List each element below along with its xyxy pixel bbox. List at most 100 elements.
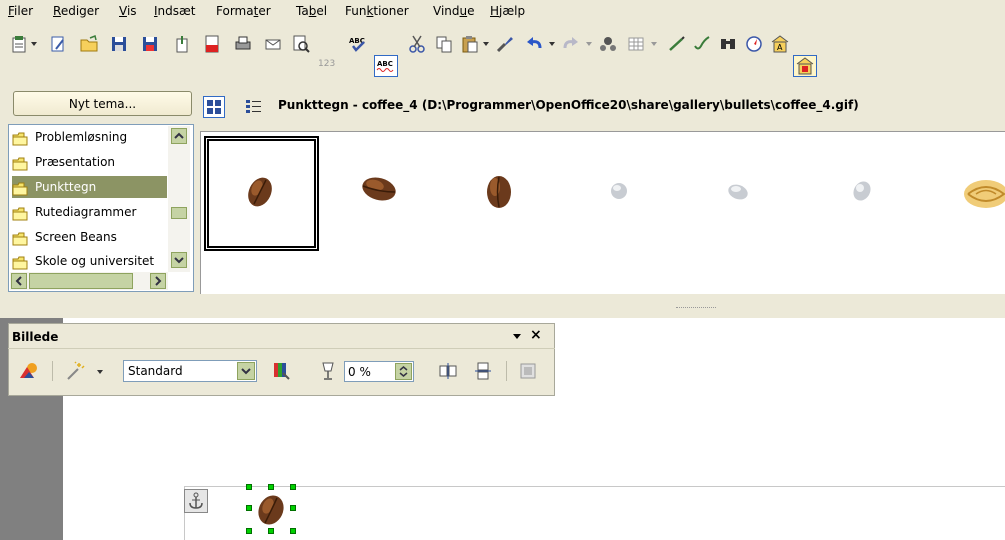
theme-list[interactable]: Problemløsning Præsentation Punkttegn Ru… — [8, 124, 194, 292]
folder-icon — [12, 206, 28, 220]
hyperlink-icon[interactable] — [692, 34, 712, 54]
graphics-mode-select[interactable]: Standard — [123, 360, 257, 382]
thumbnail-coffee-bean-2[interactable] — [357, 174, 401, 204]
theme-item-praesentation[interactable]: Præsentation — [12, 151, 167, 173]
transparency-field[interactable]: 0 % — [344, 361, 414, 382]
flip-vertical-icon[interactable] — [472, 361, 494, 381]
table-icon[interactable] — [626, 34, 646, 54]
color-icon[interactable] — [271, 361, 293, 381]
theme-item-skole-og-universitet[interactable]: Skole og universitet — [12, 250, 167, 272]
scroll-up-button[interactable] — [171, 128, 187, 144]
gallery-thumbnails[interactable] — [200, 131, 1005, 294]
undo-icon[interactable] — [524, 34, 544, 54]
edit-file-icon[interactable] — [172, 34, 192, 54]
resize-handle-left[interactable] — [246, 505, 252, 511]
redo-dropdown-arrow[interactable] — [586, 42, 592, 46]
templates-icon[interactable] — [10, 34, 30, 54]
resize-handle-bottom[interactable] — [268, 528, 274, 534]
menu-formater[interactable]: Formater — [216, 4, 271, 18]
magic-wand-icon[interactable] — [64, 361, 86, 381]
theme-item-problemloesning[interactable]: Problemløsning — [12, 126, 167, 148]
detail-view-button[interactable] — [243, 96, 265, 118]
find-replace-icon[interactable] — [718, 34, 738, 54]
theme-list-horizontal-scrollbar[interactable] — [10, 272, 168, 290]
navigator-icon[interactable] — [598, 34, 618, 54]
format-paintbrush-icon[interactable] — [495, 34, 515, 54]
gallery-item-path-title: Punkttegn - coffee_4 (D:\Programmer\Open… — [278, 98, 859, 112]
thumbnail-white-stone-3[interactable] — [850, 178, 874, 204]
filter-dropdown-arrow[interactable] — [97, 370, 103, 374]
theme-item-punkttegn[interactable]: Punkttegn — [12, 176, 167, 198]
templates-dropdown-arrow[interactable] — [31, 42, 37, 46]
svg-text:ABC: ABC — [377, 60, 393, 68]
icon-view-button[interactable] — [203, 96, 225, 118]
autotext-123-icon[interactable]: 123 — [318, 59, 335, 69]
spin-button-icon[interactable] — [395, 363, 412, 380]
redo-icon[interactable] — [561, 34, 581, 54]
menu-vindue[interactable]: Vindue — [433, 4, 475, 18]
theme-list-vertical-scrollbar[interactable] — [168, 126, 190, 272]
resize-handle-right[interactable] — [290, 505, 296, 511]
inserted-coffee-bean-image[interactable] — [246, 488, 296, 532]
new-theme-button[interactable]: Nyt tema... — [13, 91, 192, 116]
picture-toolbar-title[interactable]: Billede — [12, 330, 58, 344]
menu-hjaelp[interactable]: Hjælp — [490, 4, 525, 18]
scroll-down-button[interactable] — [171, 252, 187, 268]
save-icon[interactable] — [109, 34, 129, 54]
table-dropdown-arrow[interactable] — [651, 42, 657, 46]
gallery-splitter[interactable] — [0, 300, 1005, 320]
splitter-grip[interactable] — [676, 307, 716, 310]
menu-indsaet[interactable]: Indsæt — [154, 4, 196, 18]
anchor-icon[interactable] — [184, 489, 208, 513]
spellcheck-icon[interactable]: ABC — [348, 34, 368, 54]
menu-rediger[interactable]: Rediger — [53, 4, 99, 18]
draw-functions-icon[interactable] — [667, 34, 687, 54]
save-as-icon[interactable] — [140, 34, 160, 54]
graphics-properties-icon[interactable] — [518, 361, 540, 381]
folder-icon — [12, 255, 28, 269]
close-button[interactable]: × — [530, 327, 542, 343]
toolbar-options-arrow[interactable] — [513, 334, 521, 339]
scroll-left-button[interactable] — [11, 273, 27, 289]
resize-handle-bottom-left[interactable] — [246, 528, 252, 534]
scroll-right-button[interactable] — [150, 273, 166, 289]
menu-tabel[interactable]: Tabel — [296, 4, 327, 18]
font-icon[interactable]: A — [770, 34, 790, 54]
print-icon[interactable] — [233, 34, 253, 54]
undo-dropdown-arrow[interactable] — [549, 42, 555, 46]
resize-handle-bottom-right[interactable] — [290, 528, 296, 534]
thumbnail-coffee-bean-1[interactable] — [240, 174, 280, 210]
svg-text:A: A — [777, 43, 783, 52]
new-document-icon[interactable] — [48, 34, 68, 54]
menu-funktioner[interactable]: Funktioner — [345, 4, 409, 18]
text-boundary-top — [184, 486, 1005, 487]
thumbnail-white-stone-1[interactable] — [608, 180, 630, 202]
paste-icon[interactable] — [460, 34, 480, 54]
export-pdf-icon[interactable] — [202, 34, 222, 54]
chevron-down-icon[interactable] — [237, 362, 255, 380]
filter-icon[interactable] — [18, 361, 40, 381]
auto-spellcheck-button[interactable]: ABC — [374, 55, 398, 77]
gallery-button[interactable] — [793, 55, 817, 77]
email-icon[interactable] — [263, 34, 283, 54]
resize-handle-top-left[interactable] — [246, 484, 252, 490]
thumbnail-white-stone-2[interactable] — [725, 180, 751, 202]
flip-horizontal-icon[interactable] — [437, 361, 459, 381]
copy-icon[interactable] — [434, 34, 454, 54]
menu-filer[interactable]: Filer — [8, 4, 33, 18]
open-folder-icon[interactable] — [79, 34, 99, 54]
theme-item-screen-beans[interactable]: Screen Beans — [12, 226, 167, 248]
thumbnail-gold-swirl[interactable] — [958, 174, 1005, 214]
resize-handle-top[interactable] — [268, 484, 274, 490]
menu-vis[interactable]: Vis — [119, 4, 137, 18]
thumbnail-coffee-bean-3[interactable] — [482, 172, 516, 212]
resize-handle-top-right[interactable] — [290, 484, 296, 490]
paste-dropdown-arrow[interactable] — [483, 42, 489, 46]
compass-icon[interactable] — [744, 34, 764, 54]
cut-icon[interactable] — [407, 34, 427, 54]
theme-item-rutediagrammer[interactable]: Rutediagrammer — [12, 201, 167, 223]
scroll-thumb[interactable] — [171, 207, 187, 219]
title-divider — [8, 348, 555, 349]
scroll-thumb-horizontal[interactable] — [29, 273, 133, 289]
page-preview-icon[interactable] — [291, 34, 311, 54]
